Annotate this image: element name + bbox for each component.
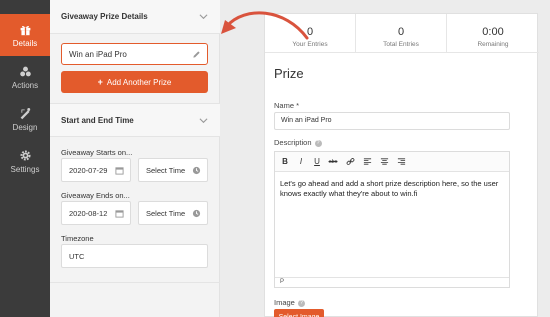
align-right-icon[interactable] — [395, 156, 407, 168]
divider — [50, 282, 220, 283]
sidebar-item-label: Settings — [10, 164, 40, 174]
sidebar: Details Actions Design Settings — [0, 0, 50, 317]
timezone-select[interactable]: UTC — [61, 244, 208, 268]
clock-icon — [192, 166, 201, 175]
stat-total-entries: 0 Total Entries — [356, 14, 447, 53]
start-date-label: Giveaway Starts on... — [61, 148, 133, 157]
element-path: P — [280, 279, 285, 285]
image-label-row: Image? — [274, 298, 305, 307]
bold-button[interactable]: B — [279, 156, 291, 168]
plus-icon: + — [97, 77, 103, 87]
stat-label: Remaining — [477, 41, 509, 48]
sidebar-item-actions[interactable]: Actions — [0, 56, 50, 98]
help-icon[interactable]: ? — [297, 300, 305, 307]
underline-button[interactable]: U — [311, 156, 323, 168]
clock-icon — [192, 209, 201, 218]
align-center-icon[interactable] — [378, 156, 390, 168]
image-label: Image — [274, 298, 295, 307]
prize-name-value: Win an iPad Pro — [69, 50, 127, 59]
add-prize-label: Add Another Prize — [106, 77, 172, 87]
annotation-arrow — [221, 11, 309, 40]
description-text: Let's go ahead and add a short prize des… — [280, 179, 499, 198]
end-date-label: Giveaway Ends on... — [61, 191, 130, 200]
prize-heading: Prize — [274, 66, 304, 81]
end-time-placeholder: Select Time — [146, 209, 186, 218]
chevron-down-icon — [199, 14, 208, 20]
section-title: Start and End Time — [61, 116, 134, 125]
calendar-icon — [115, 167, 124, 175]
sidebar-item-label: Design — [12, 122, 38, 132]
sidebar-item-details[interactable]: Details — [0, 14, 50, 56]
start-date-input[interactable]: 2020-07-29 — [61, 158, 131, 182]
end-time-input[interactable]: Select Time — [138, 201, 208, 225]
italic-button[interactable]: I — [295, 156, 307, 168]
select-image-button[interactable]: Select Image — [274, 309, 324, 317]
end-date-value: 2020-08-12 — [69, 209, 108, 218]
section-header-prize[interactable]: Giveaway Prize Details — [50, 0, 220, 34]
description-editor[interactable]: B I U abc Let's go ahead and add a short… — [274, 151, 510, 288]
sidebar-item-settings[interactable]: Settings — [0, 140, 50, 182]
start-time-placeholder: Select Time — [146, 166, 186, 175]
add-another-prize-button[interactable]: + Add Another Prize — [61, 71, 208, 93]
calendar-icon — [115, 210, 124, 218]
actions-icon — [19, 66, 31, 76]
prize-name-field[interactable]: Win an iPad Pro — [61, 43, 208, 65]
editor-toolbar: B I U abc — [275, 152, 509, 172]
sidebar-item-label: Details — [12, 38, 38, 48]
section-header-time[interactable]: Start and End Time — [50, 103, 220, 137]
link-icon[interactable] — [344, 156, 356, 168]
stat-number: 0 — [397, 26, 405, 38]
timezone-value: UTC — [69, 252, 85, 261]
timezone-label: Timezone — [61, 234, 94, 243]
stat-number: 0:00 — [482, 26, 504, 38]
name-field[interactable]: Win an iPad Pro — [274, 112, 510, 130]
settings-panel: Giveaway Prize Details Win an iPad Pro +… — [50, 0, 220, 317]
help-icon[interactable]: ? — [314, 140, 322, 147]
start-time-input[interactable]: Select Time — [138, 158, 208, 182]
chevron-down-icon — [199, 118, 208, 124]
gear-icon — [19, 149, 31, 161]
gift-icon — [20, 25, 30, 35]
pencil-icon[interactable] — [192, 50, 201, 59]
design-tools-icon — [20, 107, 30, 119]
start-date-value: 2020-07-29 — [69, 166, 108, 175]
end-date-input[interactable]: 2020-08-12 — [61, 201, 131, 225]
description-label: Description — [274, 138, 312, 147]
name-label: Name * — [274, 101, 300, 110]
name-value: Win an iPad Pro — [281, 117, 332, 124]
align-left-icon[interactable] — [361, 156, 373, 168]
description-label-row: Description? — [274, 138, 322, 147]
strikethrough-button[interactable]: abc — [327, 156, 339, 168]
sidebar-item-design[interactable]: Design — [0, 98, 50, 140]
sidebar-item-label: Actions — [11, 80, 39, 90]
section-title: Giveaway Prize Details — [61, 12, 148, 21]
giveaway-card: 0 Your Entries 0 Total Entries 0:00 Rema… — [264, 13, 539, 317]
stat-remaining: 0:00 Remaining — [447, 14, 539, 53]
editor-statusbar: P — [275, 277, 509, 287]
stat-label: Total Entries — [383, 41, 419, 48]
